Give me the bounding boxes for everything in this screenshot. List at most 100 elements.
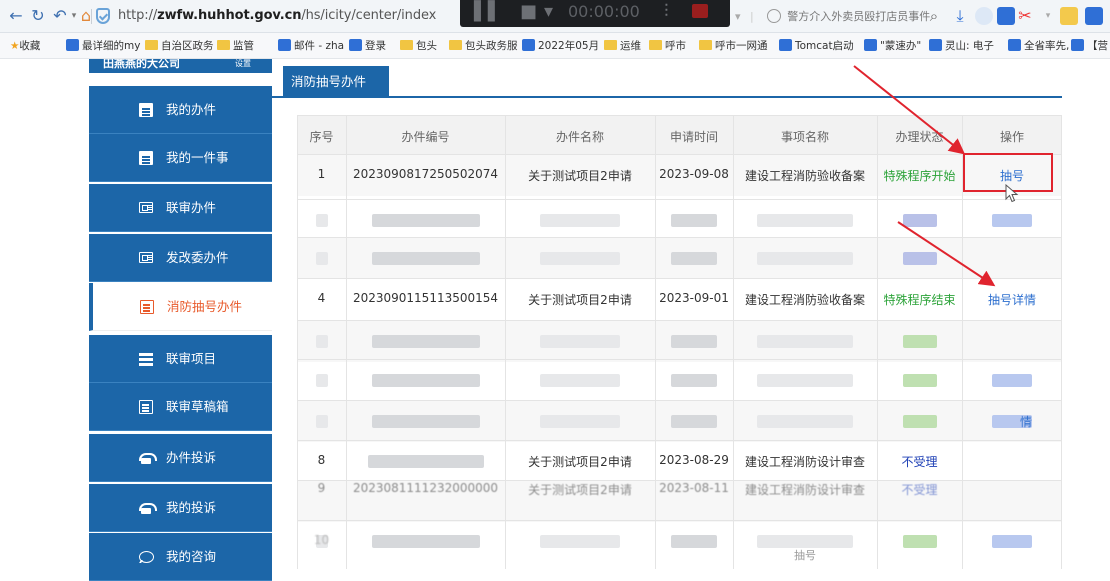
item-name-fragment: 抽号 (794, 549, 816, 562)
extension-icon-2[interactable] (997, 7, 1015, 25)
folder-icon (449, 40, 462, 50)
redacted-cell (315, 414, 328, 428)
table-cell: 9 (317, 481, 326, 495)
search-icon[interactable]: ⌕ (924, 6, 944, 26)
redacted-cell (315, 334, 328, 348)
redacted-cell (757, 334, 853, 348)
folder-icon (699, 40, 712, 50)
bookmark-6[interactable]: 包头 (400, 38, 437, 54)
url-field[interactable]: http://zwfw.huhhot.gov.cn/hs/icity/cente… (118, 8, 436, 23)
sidebar-item-label: 消防抽号办件 (167, 299, 243, 314)
bookmark-13[interactable]: "蒙速办" (864, 38, 921, 54)
table-cell: 2023090817250502074 (352, 166, 499, 181)
bookmark-7[interactable]: 包头政务服 (449, 38, 518, 54)
bookmark-0[interactable]: ★收藏 (10, 38, 40, 54)
table-cell: 4 (317, 290, 326, 305)
search-suggestion[interactable]: 警方介入外卖员殴打店员事件 (787, 10, 930, 23)
redacted-cell (757, 251, 853, 265)
redacted-cell (371, 251, 480, 265)
bookmark-label: 呼市一网通 (715, 40, 768, 52)
sidebar-item-ndrc-cases[interactable]: 发改委办件 (89, 234, 272, 282)
recorder-stop-icon[interactable]: ■ (520, 3, 537, 21)
recorder-timer: 00:00:00 (568, 2, 640, 21)
bookmark-icon (1008, 39, 1021, 51)
bookmark-icon (522, 39, 535, 51)
bookmark-icon (929, 39, 942, 51)
sidebar-item-my-cases[interactable]: 我的办件 (89, 86, 272, 134)
redacted-cell (367, 454, 484, 468)
folder-icon (604, 40, 617, 50)
tools-icon[interactable]: ✂ (1015, 6, 1035, 26)
table-cell: 关于测试项目2申请 (528, 483, 632, 497)
sidebar-item-joint-review-drafts[interactable]: 联审草稿箱 (89, 383, 272, 431)
bookmark-label: 包头政务服 (465, 40, 518, 52)
bookmark-label: 收藏 (19, 40, 41, 52)
bookmark-9[interactable]: 运维 (604, 38, 641, 54)
bookmark-12[interactable]: Tomcat启动 (779, 38, 854, 54)
redacted-cell (902, 373, 937, 387)
status-text: 不受理 (901, 483, 938, 497)
back-icon[interactable]: ← (6, 6, 26, 26)
sidebar-item-label: 联审项目 (166, 351, 217, 366)
recorder-dropdown-icon[interactable]: ▾ (544, 3, 553, 21)
security-shield-icon[interactable] (96, 8, 110, 24)
bookmark-15[interactable]: 全省率先, (1008, 38, 1069, 54)
extension-icon[interactable] (975, 7, 993, 25)
home-icon[interactable]: ⌂ (76, 6, 96, 26)
extension-icon-3[interactable] (1060, 7, 1078, 25)
redacted-cell (992, 534, 1032, 548)
bookmark-3[interactable]: 监管 (217, 38, 254, 54)
recorder-tools-icon[interactable]: ⫶ (664, 3, 669, 21)
bookmark-4[interactable]: 邮件 - zha (278, 38, 344, 54)
download-icon[interactable]: ⤓ (950, 6, 970, 26)
extension-icon-4[interactable] (1085, 7, 1103, 25)
bookmark-label: "蒙速办" (880, 40, 922, 52)
bookmark-8[interactable]: 2022年05月 (522, 38, 599, 54)
redacted-cell (540, 213, 620, 227)
recorder-record-icon[interactable] (692, 4, 708, 18)
sidebar-item-my-one-thing[interactable]: 我的一件事 (89, 134, 272, 182)
sidebar-item-my-complaints[interactable]: 我的投诉 (89, 484, 272, 532)
redacted-cell (371, 414, 480, 428)
bookmark-10[interactable]: 呼市 (649, 38, 686, 54)
table-cell: 关于测试项目2申请 (528, 168, 632, 183)
bookmark-1[interactable]: 最详细的my (66, 38, 140, 54)
redacted-cell (902, 213, 937, 227)
url-scheme: http:// (118, 8, 158, 23)
redacted-cell (315, 213, 328, 227)
redacted-cell (315, 251, 328, 265)
phone-icon (139, 501, 157, 515)
bookmark-14[interactable]: 灵山: 电子 (929, 38, 994, 54)
column-header: 办理状态 (895, 130, 944, 144)
bookmark-5[interactable]: 登录 (349, 38, 386, 54)
tools-dropdown-icon[interactable]: ▾ (1038, 6, 1058, 26)
recorder-pause-icon[interactable]: ▌▌ (474, 3, 502, 21)
bookmark-16[interactable]: 【营 (1071, 38, 1108, 54)
bookmark-2[interactable]: 自治区政务 (145, 38, 214, 54)
tab-list-icon[interactable]: ▾ (735, 10, 741, 23)
redacted-cell (902, 334, 937, 348)
bookmark-label: 最详细的my (82, 40, 141, 52)
sidebar-item-joint-review-projects[interactable]: 联审项目 (89, 335, 272, 383)
phone-icon (139, 451, 157, 465)
sidebar-item-case-complaints[interactable]: 办件投诉 (89, 434, 272, 482)
draw-number-detail-link[interactable]: 抽号详情 (988, 291, 1036, 308)
tab-fire-number-cases[interactable]: 消防抽号办件 (283, 66, 389, 98)
search-engine-icon[interactable] (767, 9, 782, 23)
action-link-fragment[interactable]: 情 (1020, 413, 1032, 430)
redacted-cell (757, 213, 853, 227)
refresh-icon[interactable]: ↻ (28, 6, 48, 26)
redacted-cell (371, 534, 480, 548)
sidebar-item-my-inquiries[interactable]: 我的咨询 (89, 533, 272, 581)
sidebar-item-label: 联审办件 (166, 200, 217, 215)
redacted-cell (992, 213, 1032, 227)
bookmark-11[interactable]: 呼市一网通 (699, 38, 768, 54)
sidebar-item-fire-number-cases[interactable]: 消防抽号办件 (89, 283, 272, 331)
status-text: 特殊程序开始 (883, 168, 956, 183)
org-settings-link[interactable]: 设置 (235, 59, 251, 69)
redacted-cell (757, 373, 853, 387)
table-cell: 关于测试项目2申请 (528, 292, 632, 307)
star-icon: ★ (10, 40, 20, 52)
sidebar-item-joint-review-cases[interactable]: 联审办件 (89, 184, 272, 232)
bookmarks-bar: ★收藏 最详细的my 自治区政务 监管 邮件 - zha 登录 包头 包头政务服 2022年05… (0, 33, 1110, 59)
